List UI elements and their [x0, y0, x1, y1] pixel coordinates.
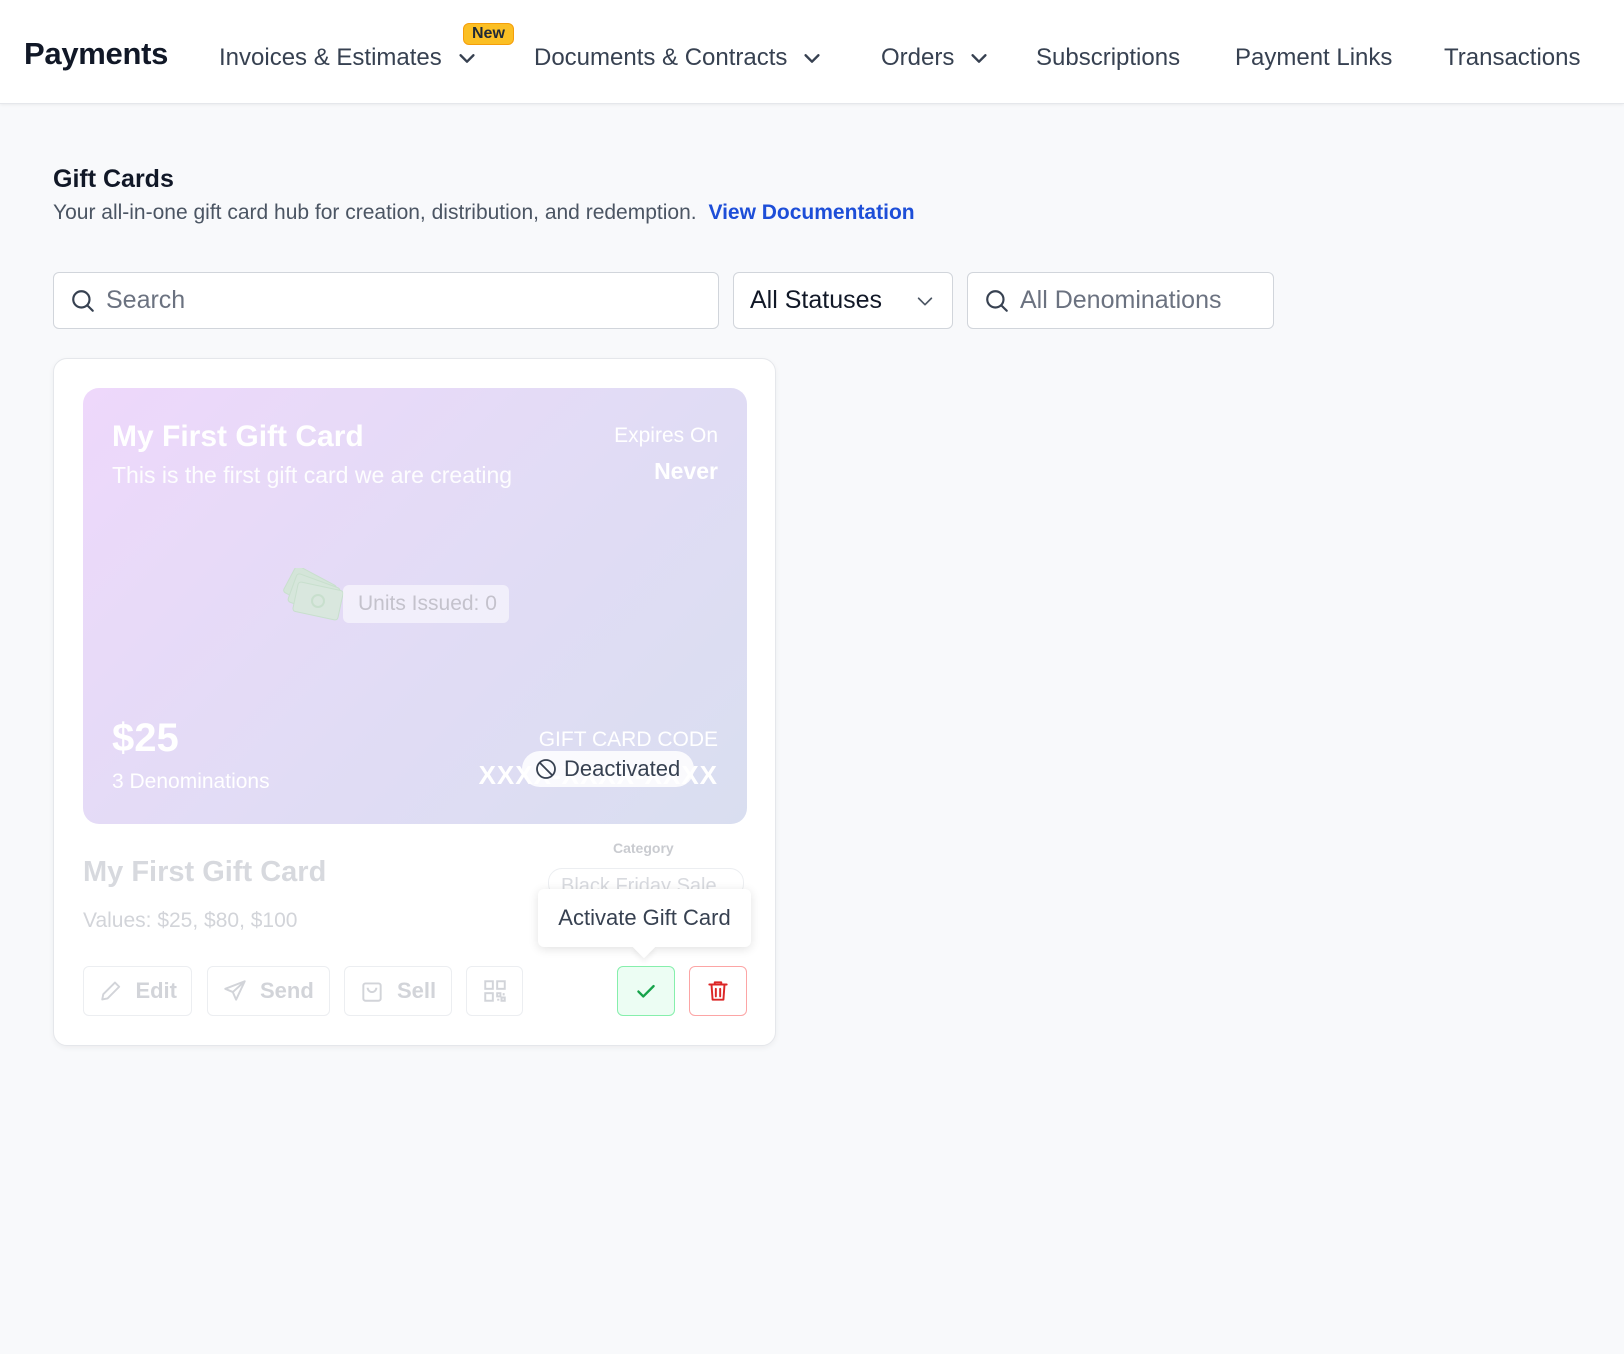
nav-documents-label: Documents & Contracts — [534, 44, 788, 71]
status-select-value: All Statuses — [750, 286, 883, 314]
denominations-placeholder: All Denominations — [1020, 286, 1222, 314]
denominations-filter[interactable]: All Denominations — [967, 272, 1274, 329]
nav-subscriptions[interactable]: Subscriptions — [1036, 44, 1180, 72]
gift-card-code-label: GIFT CARD CODE — [538, 728, 718, 751]
check-icon — [637, 984, 655, 998]
status-badge-label: Deactivated — [564, 756, 681, 781]
sell-button[interactable]: Sell — [344, 966, 452, 1016]
search-icon — [72, 289, 94, 312]
expires-value: Never — [654, 458, 718, 484]
status-select[interactable]: All Statuses — [733, 272, 953, 329]
sell-label: Sell — [397, 978, 437, 1003]
activate-button[interactable] — [617, 966, 675, 1016]
expires-label: Expires On — [614, 424, 718, 447]
page-subtitle-text: Your all-in-one gift card hub for creati… — [53, 201, 697, 224]
new-badge: New — [463, 23, 514, 45]
gift-card-preview: My First Gift Card This is the first gif… — [83, 388, 747, 824]
edit-button[interactable]: Edit — [83, 966, 192, 1016]
category-label: Category — [613, 840, 674, 856]
nav-payment-links-label: Payment Links — [1235, 44, 1393, 71]
nav-documents-contracts[interactable]: Documents & Contracts — [534, 44, 823, 72]
search-icon — [986, 289, 1008, 312]
gift-card-denominations: 3 Denominations — [112, 770, 270, 793]
pencil-icon — [101, 981, 121, 1001]
page-subtitle: Your all-in-one gift card hub for creati… — [53, 201, 915, 225]
activate-tooltip: Activate Gift Card — [538, 889, 751, 947]
gift-card-amount: $25 — [112, 716, 179, 760]
gift-card-title: My First Gift Card — [112, 420, 364, 453]
send-icon — [224, 980, 246, 1001]
brand-title: Payments — [24, 36, 169, 71]
delete-button[interactable] — [689, 966, 747, 1016]
qr-code-button[interactable] — [466, 966, 523, 1016]
top-navbar: Payments Invoices & Estimates New Docume… — [0, 0, 1624, 104]
chevron-down-icon — [804, 54, 821, 63]
send-label: Send — [260, 978, 314, 1003]
send-button[interactable]: Send — [207, 966, 330, 1016]
units-issued: Units Issued: 0 — [343, 585, 509, 623]
cash-stack-icon — [283, 568, 344, 621]
chevron-down-icon — [459, 54, 475, 63]
edit-label: Edit — [135, 978, 177, 1003]
search-placeholder: Search — [106, 286, 186, 314]
search-input[interactable]: Search — [53, 272, 719, 329]
nav-orders[interactable]: Orders — [881, 44, 990, 72]
view-documentation-link[interactable]: View Documentation — [708, 201, 914, 224]
nav-transactions[interactable]: Transactions — [1444, 44, 1581, 72]
gift-card-name: My First Gift Card — [83, 856, 327, 888]
nav-subscriptions-label: Subscriptions — [1036, 44, 1181, 71]
nav-invoices-label: Invoices & Estimates — [219, 44, 442, 71]
gift-card-values: Values: $25, $80, $100 — [83, 909, 298, 932]
gift-card-description: This is the first gift card we are creat… — [112, 462, 513, 488]
qr-code-icon — [483, 980, 506, 1002]
page-title: Gift Cards — [53, 165, 174, 193]
nav-transactions-label: Transactions — [1444, 44, 1581, 71]
nav-payment-links[interactable]: Payment Links — [1235, 44, 1392, 72]
shopping-bag-icon — [362, 982, 382, 1002]
chevron-down-icon — [917, 296, 933, 305]
ban-icon — [536, 759, 556, 779]
nav-invoices-estimates[interactable]: Invoices & Estimates — [219, 44, 478, 72]
chevron-down-icon — [971, 54, 987, 63]
trash-icon — [708, 981, 728, 1001]
status-badge: Deactivated — [522, 751, 695, 787]
nav-orders-label: Orders — [881, 44, 955, 71]
